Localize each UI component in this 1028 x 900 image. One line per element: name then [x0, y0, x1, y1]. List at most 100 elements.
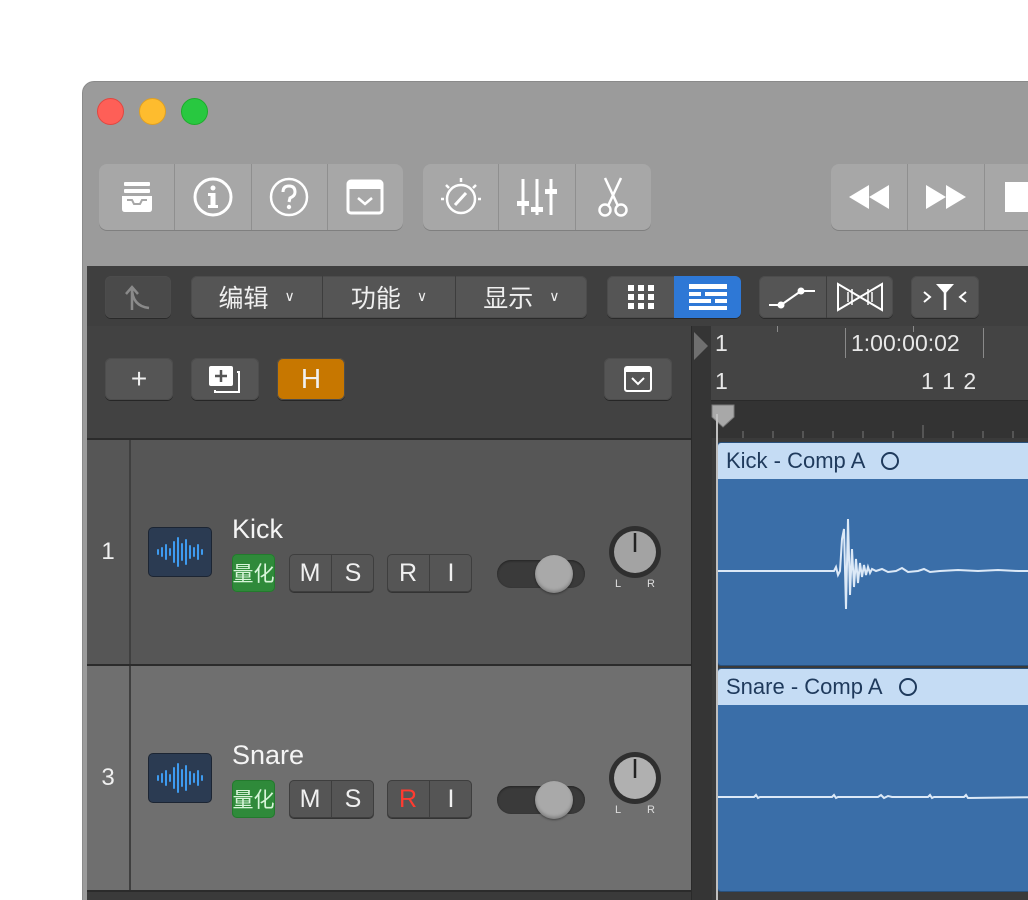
track-row[interactable]: 1 Kick 量化 M S R I L R	[87, 440, 691, 666]
back-button[interactable]	[105, 276, 171, 318]
quantize-button[interactable]: 量化	[232, 780, 275, 818]
duplicate-track-button[interactable]	[191, 358, 259, 400]
list-view-button[interactable]	[674, 276, 741, 318]
mixer-icon	[516, 179, 557, 215]
inspector-button[interactable]	[175, 164, 252, 230]
toolbar-view-group	[99, 164, 403, 230]
volume-fader[interactable]	[497, 555, 585, 593]
rewind-icon	[849, 185, 889, 209]
ruler-beat-label: 1 1 2	[921, 368, 978, 394]
playhead-icon[interactable]	[710, 403, 736, 429]
catch-button[interactable]	[911, 276, 979, 318]
mixer-button[interactable]	[499, 164, 576, 230]
record-enable-button[interactable]: R	[387, 780, 430, 818]
logic-window: 编辑 ∨ 功能 ∨ 显示 ∨ + H 1 1:00:00:02 1 1 1 2 …	[82, 81, 1028, 900]
chevron-down-icon: ∨	[416, 289, 428, 305]
grid-view-button[interactable]	[607, 276, 674, 318]
mute-button[interactable]: M	[289, 780, 332, 818]
track-header-controls: + H	[87, 326, 691, 440]
mute-solo-group: M S	[289, 554, 374, 592]
flex-button[interactable]	[827, 276, 894, 318]
automation-button[interactable]	[759, 276, 827, 318]
zoom-button[interactable]	[181, 98, 208, 125]
library-button[interactable]	[99, 164, 176, 230]
add-track-button[interactable]: +	[105, 358, 173, 400]
editors-button[interactable]	[576, 164, 651, 230]
region-waveform	[718, 518, 1028, 610]
region-name: Snare - Comp A	[726, 674, 883, 699]
view-menu[interactable]: 显示 ∨	[456, 276, 587, 318]
duplicate-track-icon	[209, 366, 240, 393]
grid-view-icon	[627, 285, 654, 309]
volume-fader[interactable]	[497, 781, 585, 819]
audio-waveform-icon	[149, 754, 211, 802]
bar-ruler[interactable]: 1 1 1 2	[711, 362, 1028, 401]
tuner-button[interactable]	[423, 164, 500, 230]
close-button[interactable]	[97, 98, 124, 125]
ruler-bar-label: 1	[715, 368, 728, 394]
track-number: 1	[87, 440, 131, 664]
input-monitor-button[interactable]: I	[430, 554, 472, 592]
header-divider	[691, 326, 712, 900]
mute-solo-group: M S	[289, 780, 374, 818]
automation-icon	[769, 287, 816, 309]
flex-icon	[836, 282, 883, 312]
stop-button[interactable]	[985, 164, 1028, 230]
timeline-ruler[interactable]: 1 1:00:00:02 1 1 1 2	[711, 326, 1028, 438]
functions-menu-label: 功能	[350, 284, 401, 313]
toolbar-tools-group	[423, 164, 651, 230]
record-input-group: R I	[387, 780, 472, 818]
quick-help-button[interactable]	[252, 164, 328, 230]
fast-forward-button[interactable]	[908, 164, 985, 230]
record-input-group: R I	[387, 554, 472, 592]
record-enable-button[interactable]: R	[387, 554, 430, 592]
audio-waveform-icon	[149, 528, 211, 576]
help-icon	[269, 177, 309, 217]
region-name: Kick - Comp A	[726, 448, 866, 473]
track-row[interactable]: 3 Snare 量化 M S R I L R	[87, 666, 691, 892]
menu-group: 编辑 ∨ 功能 ∨ 显示 ∨	[191, 276, 587, 318]
fast-forward-icon	[926, 185, 966, 209]
pan-knob[interactable]: L R	[605, 524, 665, 594]
view-toggle-group	[607, 276, 741, 318]
minimize-button[interactable]	[139, 98, 166, 125]
functions-menu[interactable]: 功能 ∨	[323, 276, 456, 318]
quantize-button[interactable]: 量化	[232, 554, 275, 592]
edit-menu-label: 编辑	[218, 284, 269, 313]
chevron-down-icon: ∨	[549, 289, 560, 305]
mute-button[interactable]: M	[289, 554, 332, 592]
edit-menu[interactable]: 编辑 ∨	[191, 276, 324, 318]
region-header[interactable]: Snare - Comp A	[718, 669, 1028, 705]
pan-knob[interactable]: L R	[605, 750, 665, 820]
track-name[interactable]: Kick	[232, 514, 283, 545]
marker-ruler[interactable]	[711, 401, 1028, 438]
smart-controls-button[interactable]	[328, 164, 403, 230]
ruler-time-label: 1:00:00:02	[851, 330, 960, 356]
rewind-button[interactable]	[831, 164, 908, 230]
pan-right-label: R	[647, 804, 655, 816]
region-waveform	[718, 793, 1028, 800]
solo-button[interactable]: S	[332, 780, 374, 818]
hide-tracks-button[interactable]: H	[277, 358, 345, 400]
track-name[interactable]: Snare	[232, 740, 304, 771]
ruler-bar-label: 1	[715, 330, 728, 356]
add-icon: +	[130, 363, 148, 394]
stop-icon	[1005, 182, 1028, 212]
tuner-icon	[440, 178, 481, 215]
time-ruler[interactable]: 1 1:00:00:02	[711, 326, 1028, 363]
info-icon	[193, 177, 233, 217]
audio-region[interactable]: Kick - Comp A	[717, 442, 1028, 666]
fader-knob[interactable]	[535, 781, 573, 819]
loop-icon	[881, 452, 900, 470]
playhead-line	[716, 414, 718, 900]
region-header[interactable]: Kick - Comp A	[718, 443, 1028, 479]
fader-knob[interactable]	[535, 555, 573, 593]
audio-region[interactable]: Snare - Comp A	[717, 668, 1028, 892]
scissors-icon	[598, 177, 629, 217]
loop-icon	[898, 678, 917, 696]
hide-label: H	[300, 363, 322, 394]
tracks-area: 编辑 ∨ 功能 ∨ 显示 ∨ + H 1 1:00:00:02 1 1 1 2 …	[87, 266, 1028, 900]
track-header-menu-button[interactable]	[604, 358, 672, 400]
input-monitor-button[interactable]: I	[430, 780, 472, 818]
solo-button[interactable]: S	[332, 554, 374, 592]
